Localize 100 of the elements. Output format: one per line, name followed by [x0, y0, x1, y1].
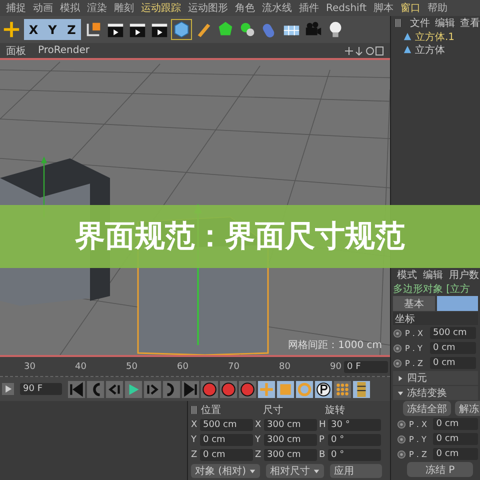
- field-label: P . Y: [405, 344, 424, 352]
- caret-icon: [248, 468, 256, 474]
- freeze-p-button[interactable]: 冻结 P: [407, 462, 473, 477]
- menu-item[interactable]: 雕刻: [114, 1, 134, 15]
- grip-icon: [191, 406, 197, 414]
- grip-icon: [395, 19, 401, 27]
- object-tree-item[interactable]: 立方体.1: [391, 30, 480, 43]
- viewport-menu-item[interactable]: 面板: [6, 44, 26, 58]
- menu-item[interactable]: Redshift: [326, 2, 367, 14]
- parameter-key-icon[interactable]: [315, 380, 332, 398]
- freeze-button[interactable]: 冻结全部: [403, 401, 451, 416]
- group-header[interactable]: 冻结变换: [393, 386, 478, 400]
- group-header[interactable]: 四元: [393, 371, 478, 385]
- size-field[interactable]: 300 cm: [264, 448, 317, 460]
- apply-button[interactable]: 应用: [330, 464, 382, 478]
- menu-item[interactable]: 运动跟踪: [141, 1, 181, 15]
- size-field[interactable]: 300 cm: [264, 418, 317, 430]
- coordinate-field[interactable]: 0 cm: [430, 357, 476, 369]
- menu-item[interactable]: 捕捉: [6, 1, 26, 15]
- axis-toggle-button[interactable]: X: [24, 19, 43, 40]
- freeze-button[interactable]: 解冻: [455, 401, 480, 416]
- caret-icon: [312, 468, 320, 474]
- record-key-icon[interactable]: [220, 380, 237, 398]
- end-frame-field[interactable]: 90 F: [20, 383, 62, 395]
- menu-item[interactable]: 运动图形: [188, 1, 228, 15]
- coordinate-field[interactable]: 0 cm: [430, 342, 476, 354]
- axis-label: H: [319, 420, 326, 430]
- column-header: 旋转: [325, 404, 346, 416]
- point-level-icon[interactable]: [334, 380, 351, 398]
- menu-item[interactable]: 动画: [33, 1, 53, 15]
- axis-toggle-button[interactable]: Y: [43, 19, 62, 40]
- next-key-icon[interactable]: [163, 380, 180, 398]
- frame-tick-label: 40: [75, 362, 88, 372]
- menu-item[interactable]: 窗口: [400, 1, 421, 15]
- play-icon[interactable]: [125, 380, 142, 398]
- position-field[interactable]: 0 cm: [200, 434, 253, 446]
- scale-key-icon[interactable]: [277, 380, 294, 398]
- timeline-ruler[interactable]: 30 40 50 60 70 80 90 0 F: [0, 357, 390, 377]
- film-strip-icon[interactable]: [353, 380, 370, 398]
- size-field[interactable]: 300 cm: [264, 434, 317, 446]
- coordinate-system-icon[interactable]: [84, 20, 103, 39]
- cube-icon[interactable]: [172, 20, 191, 39]
- panel-menu-item[interactable]: 文件: [410, 16, 430, 30]
- cloner-icon[interactable]: [238, 20, 257, 39]
- panel-menu-item[interactable]: 模式: [397, 268, 417, 281]
- caret-icon: [397, 374, 404, 382]
- play-icon[interactable]: [2, 383, 14, 395]
- frozen-coordinate-field[interactable]: 0 cm: [433, 448, 478, 460]
- viewport-navigation-icon[interactable]: [344, 46, 384, 56]
- rotation-field[interactable]: 0 °: [328, 434, 381, 446]
- menu-item[interactable]: 模拟: [60, 1, 80, 15]
- axis-label: P: [319, 434, 326, 444]
- move-key-icon[interactable]: [258, 380, 275, 398]
- go-to-start-icon[interactable]: [68, 380, 85, 398]
- frame-tick-label: 80: [279, 362, 292, 372]
- field-label: P . Z: [405, 358, 424, 368]
- object-tree-item[interactable]: 立方体: [391, 43, 480, 56]
- frame-tick-label: 90: [330, 362, 342, 372]
- frame-tick-label: 30: [24, 362, 36, 372]
- position-field[interactable]: 0 cm: [200, 448, 253, 460]
- coordinate-field[interactable]: 500 cm: [430, 327, 476, 339]
- panel-menu-item[interactable]: 编辑: [435, 16, 455, 30]
- field-label: P . Y: [409, 434, 428, 444]
- step-back-icon[interactable]: [106, 380, 123, 398]
- axis-label: B: [319, 450, 326, 460]
- title-banner: 界面规范：界面尺寸规范: [0, 205, 480, 268]
- axis-label: Z: [255, 450, 262, 460]
- move-icon[interactable]: [2, 20, 21, 39]
- panel-menu-item[interactable]: 用户数: [449, 268, 479, 281]
- column-header: 尺寸: [263, 404, 284, 416]
- axis-label: Z: [191, 450, 198, 460]
- record-key-icon[interactable]: [239, 380, 256, 398]
- menu-item[interactable]: 渲染: [87, 1, 107, 15]
- axis-label: Y: [191, 434, 198, 444]
- axis-toggle-button[interactable]: Z: [62, 19, 81, 40]
- panel-menu-item[interactable]: 查看: [460, 16, 480, 30]
- previous-key-icon[interactable]: [87, 380, 104, 398]
- axis-label: X: [191, 420, 198, 430]
- viewport-menu-item[interactable]: ProRender: [38, 45, 90, 56]
- step-forward-icon[interactable]: [144, 380, 161, 398]
- menu-item[interactable]: 流水线: [262, 1, 292, 15]
- coordinate-mode-dropdown[interactable]: 对象 (相对): [191, 464, 260, 478]
- position-field[interactable]: 500 cm: [200, 418, 253, 430]
- current-frame-field[interactable]: 0 F: [344, 360, 388, 372]
- rotate-key-icon[interactable]: [296, 380, 313, 398]
- size-mode-dropdown[interactable]: 相对尺寸: [266, 464, 324, 478]
- panel-menu-item[interactable]: 编辑: [423, 268, 443, 281]
- record-key-icon[interactable]: [201, 380, 218, 398]
- rotation-field[interactable]: 30 °: [328, 418, 381, 430]
- go-to-end-icon[interactable]: [182, 380, 199, 398]
- attribute-tab[interactable]: 基本: [393, 296, 434, 311]
- menu-item[interactable]: 插件: [299, 1, 319, 15]
- menu-item[interactable]: 角色: [235, 1, 255, 15]
- field-label: P . X: [409, 420, 428, 428]
- frozen-coordinate-field[interactable]: 0 cm: [433, 418, 478, 430]
- frame-tick-label: 60: [177, 362, 190, 372]
- menu-item[interactable]: 帮助: [428, 1, 448, 15]
- rotation-field[interactable]: 0 °: [328, 448, 381, 460]
- menu-item[interactable]: 脚本: [374, 1, 394, 15]
- frozen-coordinate-field[interactable]: 0 cm: [433, 433, 478, 445]
